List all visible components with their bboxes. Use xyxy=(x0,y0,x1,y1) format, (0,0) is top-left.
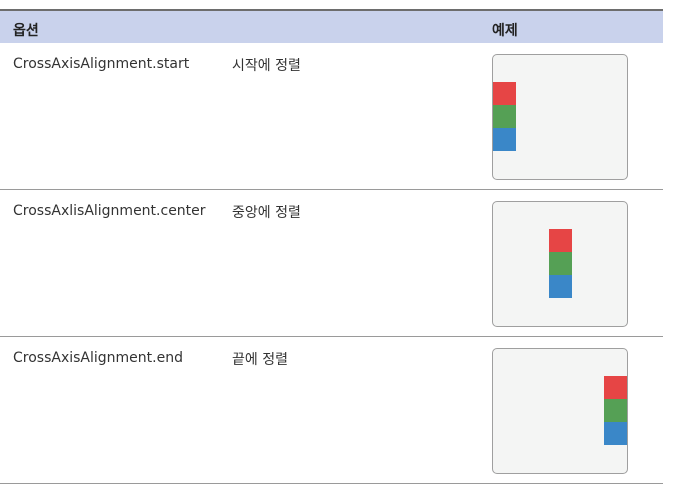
option-description: 시작에 정렬 xyxy=(232,58,301,74)
option-description: 끝에 정렬 xyxy=(232,352,288,368)
option-name: CrossAxisAlignment.end xyxy=(13,350,183,366)
green-box xyxy=(493,105,516,128)
blue-box xyxy=(493,128,516,151)
example-box xyxy=(492,201,628,327)
blue-box xyxy=(604,422,627,445)
red-box xyxy=(493,82,516,105)
option-name: CrossAxisAlignment.start xyxy=(13,56,190,72)
box-stack xyxy=(549,229,572,298)
red-box xyxy=(549,229,572,252)
option-description: 중앙에 정렬 xyxy=(232,205,301,221)
option-name: CrossAxlisAlignment.center xyxy=(13,203,206,219)
example-box xyxy=(492,54,628,180)
alignment-table: 옵션 예제 CrossAxisAlignment.start 시작에 정렬 Cr… xyxy=(0,9,663,484)
green-box xyxy=(549,252,572,275)
table-header: 옵션 예제 xyxy=(0,9,663,43)
example-box xyxy=(492,348,628,474)
red-box xyxy=(604,376,627,399)
green-box xyxy=(604,399,627,422)
header-option: 옵션 xyxy=(13,23,39,39)
table-row-center: CrossAxlisAlignment.center 중앙에 정렬 xyxy=(0,190,663,337)
box-stack xyxy=(604,376,627,445)
table-row-start: CrossAxisAlignment.start 시작에 정렬 xyxy=(0,43,663,190)
blue-box xyxy=(549,275,572,298)
table-row-end: CrossAxisAlignment.end 끝에 정렬 xyxy=(0,337,663,484)
header-example: 예제 xyxy=(492,23,518,39)
box-stack xyxy=(493,82,516,151)
